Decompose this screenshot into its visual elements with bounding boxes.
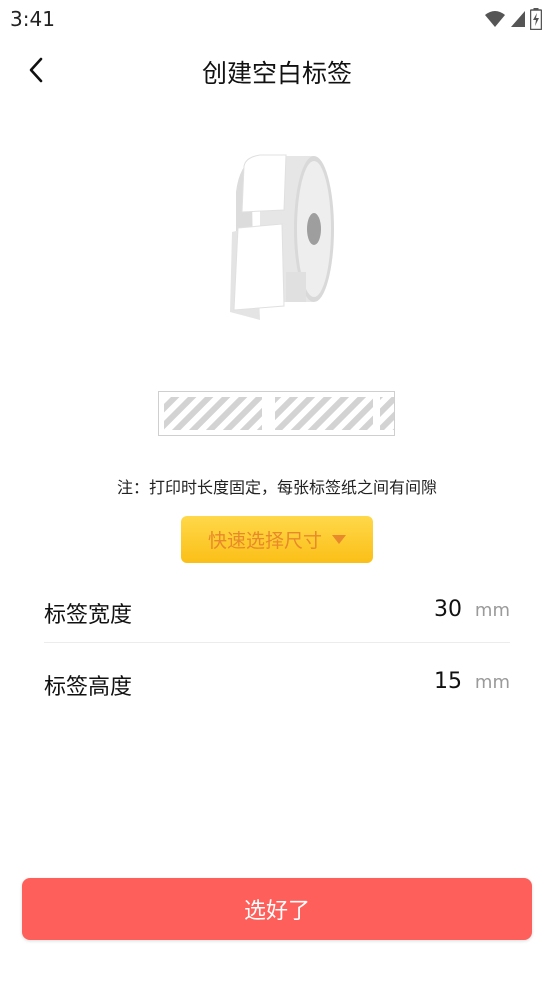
tape-label-segment (380, 397, 394, 430)
confirm-button-label: 选好了 (243, 899, 310, 924)
label-tape-preview (158, 391, 395, 436)
label-width-label: 标签宽度 (44, 603, 133, 628)
label-width-input[interactable] (402, 597, 462, 622)
caret-down-icon (332, 534, 346, 544)
battery-charging-icon (530, 8, 542, 30)
label-width-row: 标签宽度 mm (44, 583, 510, 643)
tape-label-segment (275, 397, 373, 430)
print-note: 注：打印时长度固定，每张标签纸之间有间隙 (116, 478, 437, 497)
status-icons (484, 8, 542, 30)
label-height-row: 标签高度 mm (44, 655, 510, 715)
status-time: 3:41 (10, 7, 55, 31)
label-height-input[interactable] (402, 669, 462, 694)
quick-select-label: 快速选择尺寸 (207, 530, 322, 552)
confirm-button[interactable]: 选好了 (22, 878, 532, 940)
status-bar: 3:41 (0, 0, 554, 38)
app-header: 创建空白标签 (0, 40, 554, 102)
quick-select-size-button[interactable]: 快速选择尺寸 (181, 516, 373, 563)
wifi-icon (485, 11, 505, 27)
cellular-signal-icon (511, 11, 525, 27)
label-height-unit: mm (474, 672, 510, 693)
tape-label-segment (164, 397, 262, 430)
label-height-label: 标签高度 (44, 675, 133, 700)
page-title: 创建空白标签 (201, 59, 352, 88)
label-roll-illustration (230, 154, 334, 320)
label-width-unit: mm (474, 600, 510, 621)
